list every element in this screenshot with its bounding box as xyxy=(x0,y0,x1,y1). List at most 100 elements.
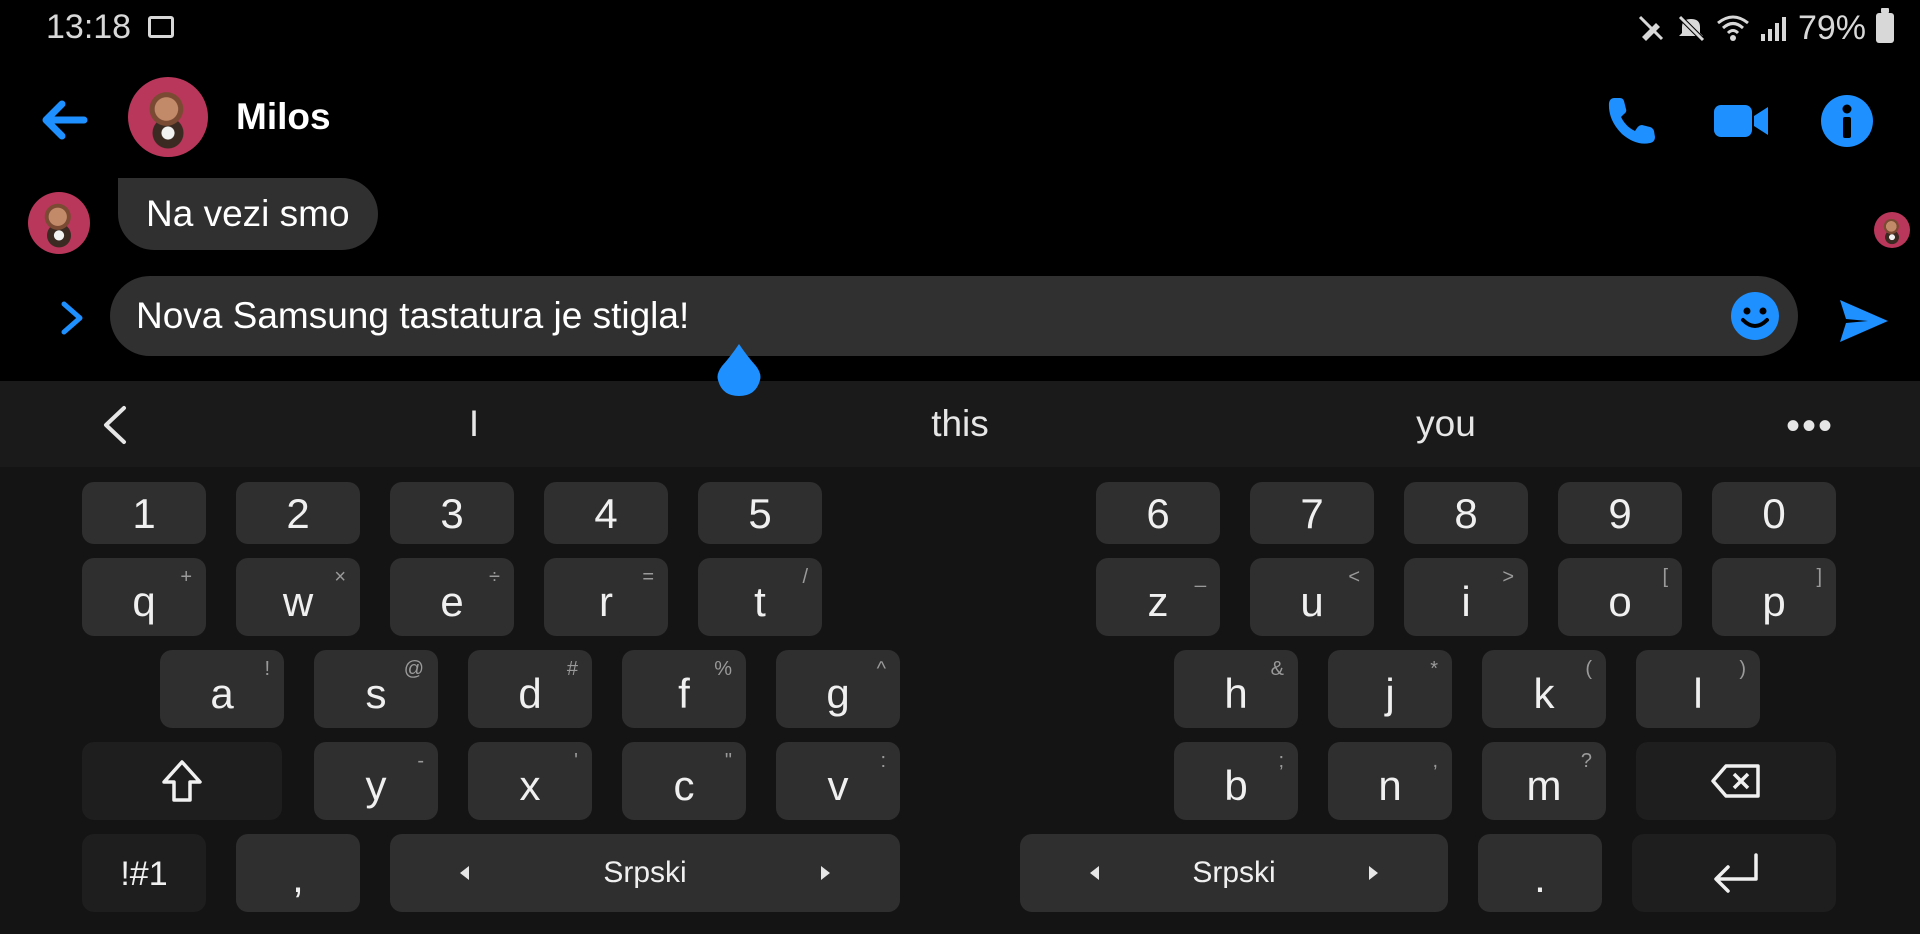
cursor-right-icon xyxy=(820,866,830,880)
symbols-key[interactable]: !#1 xyxy=(82,834,206,912)
key-l[interactable]: l) xyxy=(1636,650,1760,728)
status-time: 13:18 xyxy=(46,8,132,46)
key-g-hint: ^ xyxy=(876,658,886,680)
key-b-hint: ; xyxy=(1278,750,1284,772)
key-t[interactable]: t / xyxy=(698,558,822,636)
key-p[interactable]: p] xyxy=(1712,558,1836,636)
info-button[interactable] xyxy=(1816,90,1878,152)
key-e-hint: ÷ xyxy=(489,566,500,588)
key-8[interactable]: 8 xyxy=(1404,482,1528,544)
key-v-hint: : xyxy=(880,750,886,772)
contact-name[interactable]: Milos xyxy=(236,96,331,138)
key-9[interactable]: 9 xyxy=(1558,482,1682,544)
send-button[interactable] xyxy=(1838,296,1890,346)
key-x-hint: ' xyxy=(574,750,578,772)
suggestion-3[interactable]: you xyxy=(1352,381,1540,467)
emoji-button[interactable] xyxy=(1730,291,1780,341)
suggestion-2[interactable]: this xyxy=(866,381,1054,467)
back-button[interactable] xyxy=(36,92,92,148)
text-cursor-handle[interactable] xyxy=(716,342,762,398)
key-x[interactable]: x ' xyxy=(468,742,592,820)
key-w-hint: × xyxy=(334,566,346,588)
period-key[interactable]: . xyxy=(1478,834,1602,912)
enter-key[interactable] xyxy=(1632,834,1836,912)
key-k-hint: ( xyxy=(1585,658,1592,680)
backspace-key[interactable] xyxy=(1636,742,1836,820)
key-4[interactable]: 4 xyxy=(544,482,668,544)
key-d-hint: # xyxy=(566,658,578,680)
cursor-right-icon xyxy=(1368,866,1378,880)
mute-icon xyxy=(1678,15,1705,42)
key-v[interactable]: v: xyxy=(776,742,900,820)
key-q-hint: + xyxy=(180,566,192,588)
key-h[interactable]: h & xyxy=(1174,650,1298,728)
contact-avatar[interactable] xyxy=(128,77,208,157)
key-s-hint: @ xyxy=(403,658,424,680)
key-u-hint: < xyxy=(1348,566,1360,588)
key-7[interactable]: 7 xyxy=(1250,482,1374,544)
battery-icon xyxy=(1876,8,1894,43)
message-bubble[interactable]: Na vezi smo xyxy=(118,178,378,250)
enter-icon xyxy=(1714,853,1758,893)
key-q[interactable]: q + xyxy=(82,558,206,636)
key-2[interactable]: 2 xyxy=(236,482,360,544)
key-2-label: 2 xyxy=(286,490,310,537)
key-0-label: 0 xyxy=(1762,490,1786,537)
key-l-hint: ) xyxy=(1739,658,1746,680)
period-key-label: . xyxy=(1534,854,1546,901)
space-key-right[interactable]: Srpski xyxy=(1020,834,1448,912)
key-u[interactable]: u < xyxy=(1250,558,1374,636)
key-o[interactable]: o[ xyxy=(1558,558,1682,636)
message-input-text: Nova Samsung tastatura je stigla! xyxy=(136,295,690,336)
suggestion-1[interactable]: I xyxy=(380,381,568,467)
key-i[interactable]: i > xyxy=(1404,558,1528,636)
comma-key[interactable]: , xyxy=(236,834,360,912)
comma-key-label: , xyxy=(292,854,304,901)
key-6-label: 6 xyxy=(1146,490,1170,537)
key-m[interactable]: m? xyxy=(1482,742,1606,820)
chevron-left-icon[interactable] xyxy=(96,402,136,448)
key-4-label: 4 xyxy=(594,490,618,537)
key-w[interactable]: w × xyxy=(236,558,360,636)
key-f-hint: % xyxy=(714,658,732,680)
key-r[interactable]: r = xyxy=(544,558,668,636)
key-0[interactable]: 0 xyxy=(1712,482,1836,544)
message-input[interactable]: Nova Samsung tastatura je stigla! xyxy=(110,276,1798,356)
key-y[interactable]: y- xyxy=(314,742,438,820)
sender-avatar[interactable] xyxy=(28,192,90,254)
key-g[interactable]: g ^ xyxy=(776,650,900,728)
key-s[interactable]: s @ xyxy=(314,650,438,728)
key-1[interactable]: 1 xyxy=(82,482,206,544)
key-j[interactable]: j * xyxy=(1328,650,1452,728)
more-options-icon[interactable]: ••• xyxy=(1786,406,1834,446)
key-5-label: 5 xyxy=(748,490,772,537)
key-n-hint: , xyxy=(1432,750,1438,772)
key-z[interactable]: z _ xyxy=(1096,558,1220,636)
shift-key[interactable] xyxy=(82,742,282,820)
key-j-hint: * xyxy=(1430,658,1438,680)
space-key-left-label: Srpski xyxy=(603,856,687,889)
key-3[interactable]: 3 xyxy=(390,482,514,544)
expand-actions-button[interactable] xyxy=(54,298,90,338)
status-icons: 79% xyxy=(1636,6,1894,50)
key-a-hint: ! xyxy=(264,658,270,680)
key-k[interactable]: k( xyxy=(1482,650,1606,728)
key-r-hint: = xyxy=(642,566,654,588)
video-call-button[interactable] xyxy=(1710,90,1772,152)
key-a[interactable]: a! xyxy=(160,650,284,728)
key-o-hint: [ xyxy=(1662,566,1668,588)
key-5[interactable]: 5 xyxy=(698,482,822,544)
key-f[interactable]: f% xyxy=(622,650,746,728)
battery-percent: 79% xyxy=(1797,8,1866,47)
key-d[interactable]: d # xyxy=(468,650,592,728)
key-6[interactable]: 6 xyxy=(1096,482,1220,544)
key-b[interactable]: b; xyxy=(1174,742,1298,820)
key-e[interactable]: e ÷ xyxy=(390,558,514,636)
key-c[interactable]: c " xyxy=(622,742,746,820)
key-8-label: 8 xyxy=(1454,490,1478,537)
space-key-left[interactable]: Srpski xyxy=(390,834,900,912)
key-n[interactable]: n, xyxy=(1328,742,1452,820)
phone-call-button[interactable] xyxy=(1600,90,1662,152)
key-i-hint: > xyxy=(1502,566,1514,588)
signal-icon xyxy=(1760,17,1786,41)
